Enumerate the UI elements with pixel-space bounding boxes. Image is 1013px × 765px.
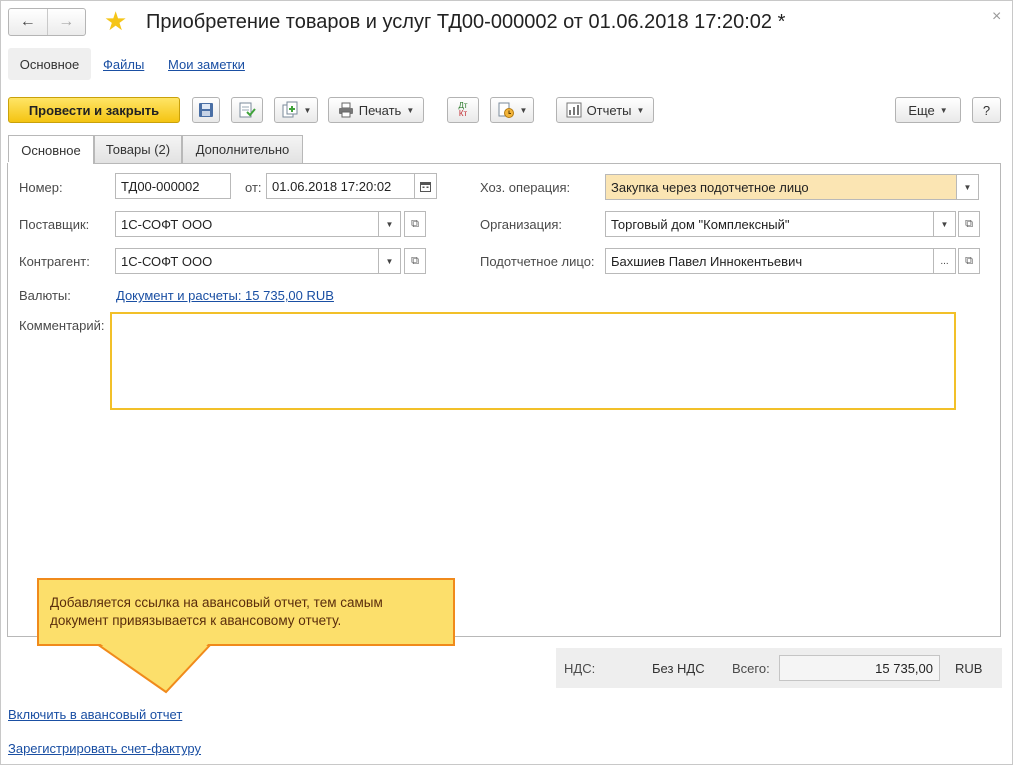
counterparty-dropdown[interactable]: ▼ — [379, 248, 401, 274]
favorite-star-icon[interactable]: ★ — [104, 7, 127, 35]
print-button[interactable]: Печать ▼ — [328, 97, 424, 123]
help-button[interactable]: ? — [972, 97, 1001, 123]
accountable-person-label: Подотчетное лицо: — [480, 254, 595, 269]
currency-settlement-link[interactable]: Документ и расчеты: 15 735,00 RUB — [116, 288, 334, 303]
print-label: Печать — [358, 102, 402, 118]
open-icon: ⧉ — [965, 217, 973, 230]
dt-kt-button[interactable]: Дт Кт — [447, 97, 479, 123]
post-document-icon — [239, 102, 256, 118]
top-tab-main[interactable]: Основное — [8, 48, 91, 80]
chevron-down-icon: ▼ — [963, 182, 972, 192]
tab-goods[interactable]: Товары (2) — [94, 135, 182, 163]
reports-icon — [566, 102, 582, 118]
create-based-icon — [282, 101, 298, 118]
chevron-down-icon: ▼ — [385, 219, 394, 229]
date-label: от: — [245, 180, 262, 195]
post-button[interactable] — [231, 97, 263, 123]
floppy-disk-icon — [199, 103, 213, 117]
top-tab-files[interactable]: Файлы — [103, 57, 144, 72]
vat-label: НДС: — [564, 661, 596, 676]
operation-dropdown[interactable]: ▼ — [957, 174, 979, 200]
supplier-dropdown[interactable]: ▼ — [379, 211, 401, 237]
operation-field[interactable]: Закупка через подотчетное лицо — [605, 174, 957, 200]
organization-dropdown[interactable]: ▼ — [934, 211, 956, 237]
more-label: Еще — [908, 102, 935, 118]
organization-label: Организация: — [480, 217, 563, 232]
forward-arrow-icon[interactable]: → — [46, 9, 86, 35]
open-icon: ⧉ — [411, 217, 419, 230]
chevron-down-icon: ▼ — [406, 105, 415, 115]
create-based-on-button[interactable]: ▼ — [274, 97, 318, 123]
accountable-person-field[interactable]: Бахшиев Павел Иннокентьевич — [605, 248, 934, 274]
active-tab-gap — [8, 162, 93, 164]
total-label: Всего: — [732, 661, 770, 676]
reports-label: Отчеты — [586, 102, 632, 118]
post-and-close-button[interactable]: Провести и закрыть — [8, 97, 180, 123]
supplier-label: Поставщик: — [19, 217, 90, 232]
chevron-down-icon: ▼ — [303, 105, 312, 115]
comment-label: Комментарий: — [19, 318, 105, 333]
open-icon: ⧉ — [411, 254, 419, 267]
organization-open-button[interactable]: ⧉ — [958, 211, 980, 237]
kt-label: Кт — [458, 109, 468, 118]
more-button[interactable]: Еще ▼ — [895, 97, 961, 123]
window-title: Приобретение товаров и услуг ТД00-000002… — [146, 11, 786, 33]
operation-label: Хоз. операция: — [480, 180, 571, 195]
vat-value: Без НДС — [652, 661, 705, 676]
total-value-field: 15 735,00 — [779, 655, 940, 681]
back-arrow-icon[interactable]: ← — [9, 9, 47, 35]
chevron-down-icon: ▼ — [636, 105, 645, 115]
tab-main[interactable]: Основное — [8, 135, 94, 164]
callout-note: Добавляется ссылка на авансовый отчет, т… — [37, 578, 455, 646]
save-button[interactable] — [192, 97, 220, 123]
reports-button[interactable]: Отчеты ▼ — [556, 97, 654, 123]
date-field[interactable]: 01.06.2018 17:20:02 — [266, 173, 415, 199]
chevron-down-icon: ▼ — [385, 256, 394, 266]
tab-additional[interactable]: Дополнительно — [182, 135, 303, 163]
supplier-field[interactable]: 1С-СОФТ ООО — [115, 211, 379, 237]
accountable-person-select-button[interactable]: ... — [934, 248, 956, 274]
dt-kt-icon: Дт Кт — [458, 102, 467, 118]
chevron-down-icon: ▼ — [939, 105, 948, 115]
top-tab-notes[interactable]: Мои заметки — [168, 57, 245, 72]
chevron-down-icon: ▼ — [519, 105, 528, 115]
organization-field[interactable]: Торговый дом "Комплексный" — [605, 211, 934, 237]
number-label: Номер: — [19, 180, 63, 195]
register-invoice-link[interactable]: Зарегистрировать счет-фактуру — [8, 741, 201, 756]
number-field[interactable]: ТД00-000002 — [115, 173, 231, 199]
supplier-open-button[interactable]: ⧉ — [404, 211, 426, 237]
comment-textarea[interactable] — [110, 312, 956, 410]
currency-label: Валюты: — [19, 288, 71, 303]
include-in-advance-report-link[interactable]: Включить в авансовый отчет — [8, 707, 182, 722]
chevron-down-icon: ▼ — [940, 219, 949, 229]
calendar-button[interactable] — [415, 173, 437, 199]
total-currency: RUB — [955, 661, 983, 676]
open-icon: ⧉ — [965, 254, 973, 267]
calendar-icon — [420, 181, 431, 192]
printer-icon — [338, 102, 353, 118]
counterparty-field[interactable]: 1С-СОФТ ООО — [115, 248, 379, 274]
counterparty-label: Контрагент: — [19, 254, 90, 269]
counterparty-open-button[interactable]: ⧉ — [404, 248, 426, 274]
nav-buttons: ← → — [8, 8, 86, 36]
related-documents-button[interactable]: ▼ — [490, 97, 534, 123]
document-structure-icon — [498, 102, 514, 118]
close-icon[interactable]: × — [992, 8, 1001, 26]
accountable-person-open-button[interactable]: ⧉ — [958, 248, 980, 274]
